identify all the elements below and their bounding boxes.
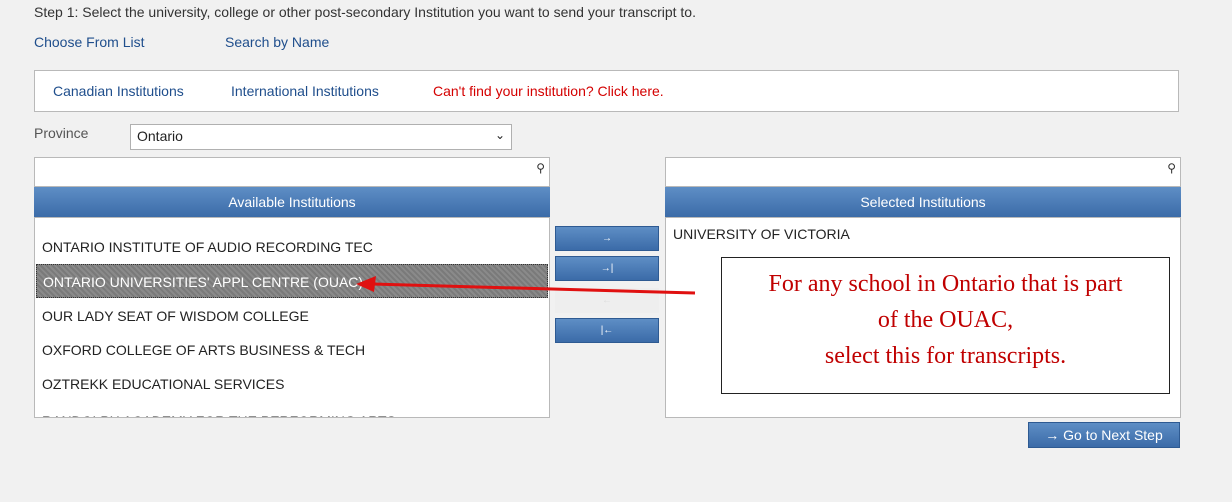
annotation-line: of the OUAC,	[877, 307, 1014, 333]
go-to-next-step-button[interactable]: → Go to Next Step	[1028, 422, 1180, 448]
annotation-note: For any school in Ontario that is part o…	[721, 257, 1170, 394]
next-step-label: Go to Next Step	[1063, 427, 1163, 443]
annotation-line: select this for transcripts.	[824, 343, 1067, 369]
annotation-line: For any school in Ontario that is part	[768, 271, 1123, 297]
arrow-right-icon: →	[1045, 427, 1060, 443]
